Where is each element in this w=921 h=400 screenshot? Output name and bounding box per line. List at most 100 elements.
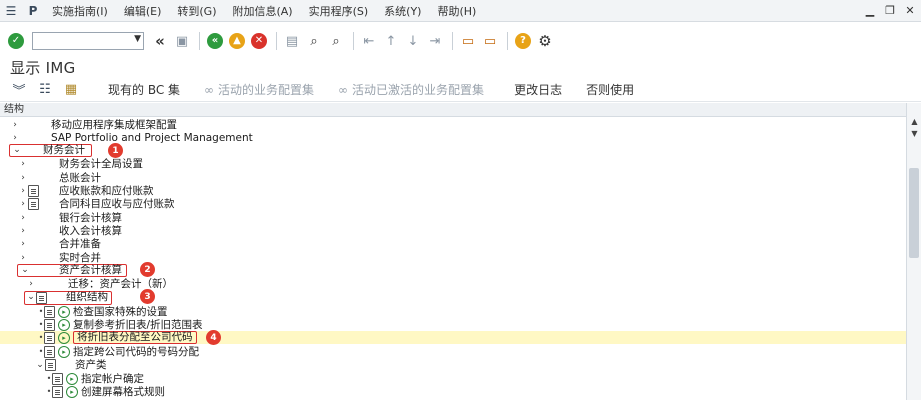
- scrollbar-thumb[interactable]: [909, 168, 919, 258]
- tree-node[interactable]: › SAP Portfolio and Project Management: [0, 131, 906, 144]
- shortcut-icon[interactable]: ▭: [480, 31, 500, 51]
- chevron-right-icon[interactable]: ›: [26, 279, 36, 289]
- scroll-down-icon[interactable]: ▼: [907, 127, 921, 139]
- menu-additional-info[interactable]: 附加信息(A): [224, 3, 300, 19]
- back-icon[interactable]: «: [205, 31, 225, 51]
- chevron-right-icon[interactable]: ›: [18, 253, 28, 263]
- documentation-icon[interactable]: [36, 291, 47, 304]
- menu-bar: ☰ P 实施指南(I) 编辑(E) 转到(G) 附加信息(A) 实用程序(S) …: [0, 0, 921, 22]
- otherwise-use-button[interactable]: 否则使用: [574, 81, 646, 98]
- documentation-icon[interactable]: [52, 385, 63, 398]
- change-log-button[interactable]: 更改日志: [496, 81, 574, 98]
- sap-logo-icon: P: [28, 3, 38, 18]
- annotation-marker-1: 1: [108, 143, 123, 158]
- previous-page-icon[interactable]: ↑: [381, 31, 401, 51]
- collapse-all-icon[interactable]: ︾: [8, 80, 30, 100]
- execute-icon[interactable]: ▸: [58, 345, 70, 358]
- execute-icon[interactable]: ▸: [66, 385, 78, 398]
- documentation-icon[interactable]: [52, 372, 63, 385]
- documentation-icon[interactable]: [44, 318, 55, 331]
- chevron-down-icon[interactable]: ▼: [134, 34, 141, 44]
- chevron-right-icon[interactable]: ›: [10, 133, 20, 143]
- chevron-right-icon[interactable]: ›: [18, 173, 28, 183]
- documentation-icon[interactable]: [44, 305, 55, 318]
- tree-node[interactable]: › 实时合并: [0, 251, 906, 264]
- window-menu-icon[interactable]: ☰: [0, 0, 22, 22]
- chevron-right-icon[interactable]: ›: [18, 186, 28, 196]
- execute-icon[interactable]: ▸: [66, 372, 78, 385]
- menu-help[interactable]: 帮助(H): [429, 3, 484, 19]
- existing-bc-sets-button[interactable]: 现有的 BC 集: [86, 81, 192, 98]
- tree-node[interactable]: › 银行会计核算: [0, 211, 906, 224]
- find-next-icon[interactable]: ⌕: [326, 31, 346, 51]
- command-field[interactable]: ▼: [32, 32, 144, 50]
- execute-icon[interactable]: ▸: [58, 318, 70, 331]
- tree-node[interactable]: › 迁移：资产会计（新）: [0, 277, 906, 290]
- close-icon[interactable]: ✕: [903, 2, 917, 18]
- documentation-icon[interactable]: ▦: [60, 80, 82, 100]
- standard-toolbar: ✓ ▼ « ▣ « ▲ ✕ ▤ ⌕ ⌕ ⇤ ↑ ↓ ⇥ ▭ ▭ ? ⚙: [0, 28, 921, 54]
- chevron-down-icon[interactable]: ⌄: [12, 145, 22, 156]
- minimize-icon[interactable]: ▁: [863, 2, 877, 18]
- tree-header: 结构: [0, 103, 906, 117]
- execute-icon[interactable]: ▸: [58, 305, 70, 318]
- tree-node-org-structure[interactable]: ⌄ 组织结构: [0, 290, 906, 305]
- command-input[interactable]: [33, 33, 127, 49]
- chevron-right-icon[interactable]: ›: [18, 159, 28, 169]
- new-session-icon[interactable]: ▭: [458, 31, 478, 51]
- toolbar-separator: [353, 32, 354, 50]
- last-page-icon[interactable]: ⇥: [425, 31, 445, 51]
- chevron-right-icon[interactable]: ›: [18, 213, 28, 223]
- cancel-icon[interactable]: ✕: [249, 31, 269, 51]
- tree-node-label: 财务会计全局设置: [59, 158, 143, 171]
- tree-node[interactable]: › 财务会计全局设置: [0, 157, 906, 170]
- tree-node-activity[interactable]: • ▸ 指定跨公司代码的号码分配: [0, 345, 906, 358]
- tree-node-label: 资产类: [75, 359, 107, 372]
- tree-node-assign-depreciation-chart[interactable]: • ▸ 将折旧表分配至公司代码: [0, 331, 906, 345]
- documentation-icon[interactable]: [45, 358, 56, 371]
- scroll-up-icon[interactable]: ▲: [907, 115, 921, 127]
- documentation-icon[interactable]: [28, 197, 39, 210]
- exit-icon[interactable]: ▲: [227, 31, 247, 51]
- execute-icon[interactable]: ▸: [58, 331, 70, 344]
- tree-node[interactable]: › 合并准备: [0, 237, 906, 250]
- chevron-right-icon[interactable]: ›: [10, 120, 20, 130]
- documentation-icon[interactable]: [28, 184, 39, 197]
- restore-icon[interactable]: ❐: [883, 2, 897, 18]
- save-icon[interactable]: ▣: [172, 31, 192, 51]
- menu-implementation-guide[interactable]: 实施指南(I): [44, 3, 116, 19]
- scrollbar-spacer: [907, 103, 921, 115]
- activated-bc-sets-button[interactable]: ∞ 活动已激活的业务配置集: [326, 81, 496, 98]
- chevron-down-icon[interactable]: ⌄: [35, 360, 45, 370]
- bc-set-icon: ∞: [204, 82, 215, 97]
- tree-node[interactable]: ⌄ 资产类: [0, 358, 906, 371]
- tree-node[interactable]: › 收入会计核算: [0, 224, 906, 237]
- enter-icon[interactable]: ✓: [6, 31, 26, 51]
- help-icon[interactable]: ?: [513, 31, 533, 51]
- next-page-icon[interactable]: ↓: [403, 31, 423, 51]
- documentation-icon[interactable]: [44, 345, 55, 358]
- tree-node-activity[interactable]: • ▸ 复制参考折旧表/折旧范围表: [0, 318, 906, 331]
- menu-edit[interactable]: 编辑(E): [116, 3, 170, 19]
- menu-goto[interactable]: 转到(G): [169, 3, 224, 19]
- active-bc-sets-button[interactable]: ∞ 活动的业务配置集: [192, 81, 326, 98]
- chevron-down-icon[interactable]: ⌄: [20, 265, 30, 276]
- chevron-right-icon[interactable]: ›: [18, 199, 28, 209]
- menu-utilities[interactable]: 实用程序(S): [301, 3, 377, 19]
- tree-node[interactable]: › 合同科目应收与应付账款: [0, 197, 906, 210]
- find-icon[interactable]: ⌕: [304, 31, 324, 51]
- chevron-right-icon[interactable]: ›: [18, 226, 28, 236]
- settings-gear-icon[interactable]: ⚙: [535, 31, 555, 51]
- tree-node-activity[interactable]: • ▸ 创建屏幕格式规则: [0, 385, 906, 398]
- vertical-scrollbar[interactable]: ▲ ▼: [906, 103, 921, 400]
- print-icon[interactable]: ▤: [282, 31, 302, 51]
- display-list-icon[interactable]: ☷: [34, 80, 56, 100]
- documentation-icon[interactable]: [44, 331, 55, 344]
- chevron-down-icon[interactable]: ⌄: [26, 292, 36, 303]
- menu-system[interactable]: 系统(Y): [376, 3, 429, 19]
- tree-node-label: 移动应用程序集成框架配置: [51, 119, 177, 132]
- tree-node[interactable]: › 移动应用程序集成框架配置: [0, 118, 906, 131]
- first-page-icon[interactable]: ⇤: [359, 31, 379, 51]
- chevron-right-icon[interactable]: ›: [18, 239, 28, 249]
- double-chevron-left-icon[interactable]: «: [150, 31, 170, 51]
